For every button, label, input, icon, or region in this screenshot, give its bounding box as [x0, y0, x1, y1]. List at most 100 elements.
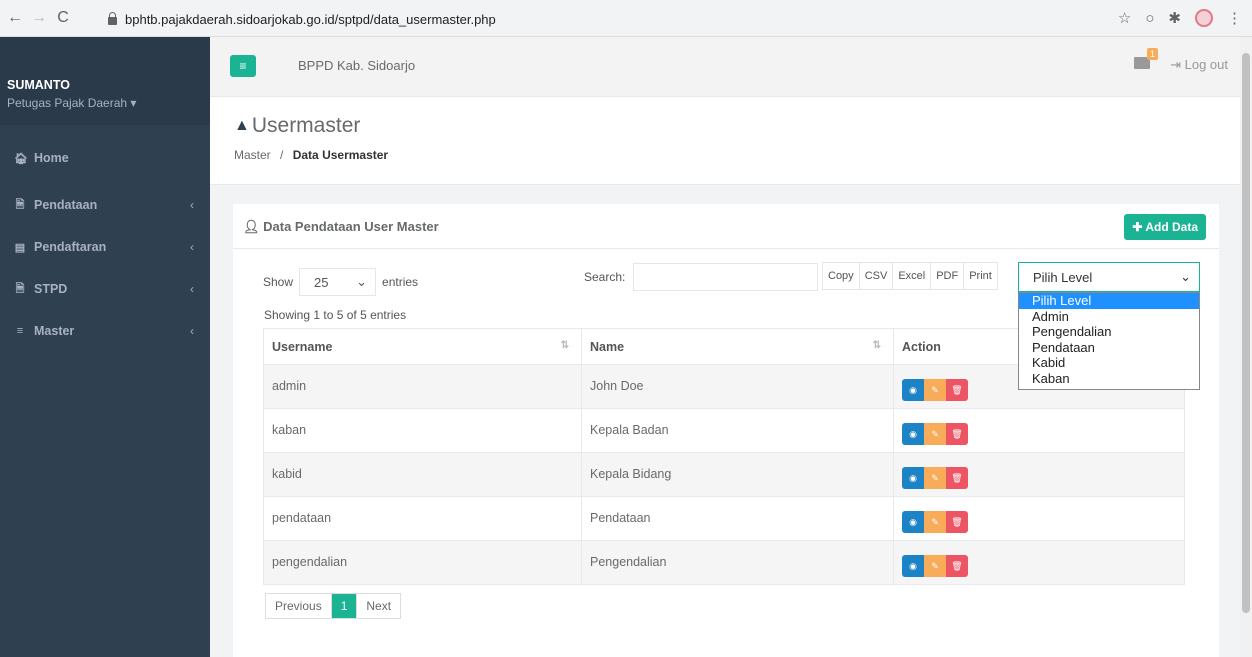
- plus-icon: ✚: [1132, 220, 1143, 234]
- breadcrumb-parent[interactable]: Master: [234, 148, 271, 162]
- table-row: pengendalian Pengendalian ◉ ✎ 🗑︎: [263, 540, 1185, 585]
- level-option[interactable]: Kabid: [1019, 355, 1199, 371]
- chevron-left-icon: ‹: [190, 198, 194, 212]
- column-header-label: Name: [590, 339, 625, 354]
- url-text: bphtb.pajakdaerah.sidoarjokab.go.id/sptp…: [125, 11, 496, 27]
- delete-button[interactable]: 🗑︎: [946, 423, 968, 445]
- excel-button[interactable]: Excel: [893, 263, 932, 289]
- address-bar[interactable]: bphtb.pajakdaerah.sidoarjokab.go.id/sptp…: [108, 7, 496, 31]
- page-scrollbar[interactable]: [1240, 37, 1252, 657]
- level-option[interactable]: Pilih Level: [1019, 293, 1199, 309]
- sidebar-item-master[interactable]: ≡ Master ‹: [0, 310, 210, 352]
- scrollbar-thumb[interactable]: [1242, 53, 1250, 613]
- column-header-username[interactable]: Username ⇅: [263, 328, 582, 365]
- page-header: ▲ Usermaster Master / Data Usermaster: [210, 97, 1240, 185]
- logout-label: Log out: [1184, 57, 1228, 72]
- print-button[interactable]: Print: [964, 263, 997, 289]
- view-button[interactable]: ◉: [902, 555, 924, 577]
- extension-circle-icon[interactable]: ○: [1145, 10, 1154, 27]
- column-header-label: Action: [902, 339, 941, 354]
- cell-name: Kepala Bidang: [581, 452, 894, 497]
- user-profile: SUMANTO Petugas Pajak Daerah ▾: [0, 37, 210, 125]
- chevron-down-icon: ⌄: [356, 274, 368, 289]
- next-page-button[interactable]: Next: [356, 594, 400, 618]
- level-option[interactable]: Pendataan: [1019, 340, 1199, 356]
- level-option[interactable]: Kaban: [1019, 371, 1199, 387]
- entries-value: 25: [314, 274, 329, 290]
- breadcrumb: Master / Data Usermaster: [234, 148, 388, 162]
- puzzle-icon[interactable]: ✱: [1168, 9, 1181, 27]
- user-role-dropdown[interactable]: Petugas Pajak Daerah ▾: [7, 96, 210, 110]
- cell-name: Pengendalian: [581, 540, 894, 585]
- kebab-menu-icon[interactable]: ⋮: [1227, 9, 1242, 27]
- pdf-button[interactable]: PDF: [931, 263, 965, 289]
- sidebar-item-pendaftaran[interactable]: ▤ Pendaftaran ‹: [0, 226, 210, 268]
- previous-page-button[interactable]: Previous: [266, 594, 332, 618]
- edit-button[interactable]: ✎: [924, 467, 946, 489]
- chevron-left-icon: ‹: [190, 282, 194, 296]
- table-row: kabid Kepala Bidang ◉ ✎ 🗑︎: [263, 452, 1185, 497]
- delete-button[interactable]: 🗑︎: [946, 555, 968, 577]
- cell-actions: ◉ ✎ 🗑︎: [893, 496, 1185, 541]
- edit-button[interactable]: ✎: [924, 511, 946, 533]
- cell-name: Kepala Badan: [581, 408, 894, 453]
- entries-length-control: Show 25 ⌄ entries: [263, 268, 418, 296]
- sidebar-item-stpd[interactable]: 🗎 STPD ‹: [0, 268, 210, 310]
- view-button[interactable]: ◉: [902, 379, 924, 401]
- show-label: Show: [263, 275, 294, 289]
- table-row: pendataan Pendataan ◉ ✎ 🗑︎: [263, 496, 1185, 541]
- sidebar-item-label: Pendataan: [34, 198, 98, 212]
- search-label: Search:: [584, 270, 626, 284]
- view-button[interactable]: ◉: [902, 423, 924, 445]
- cell-name: Pendataan: [581, 496, 894, 541]
- users-icon: ▲: [234, 117, 250, 134]
- panel-title: Data Pendataan User Master: [263, 219, 439, 234]
- sidebar-item-home[interactable]: 🏠︎ Home: [0, 137, 210, 179]
- page-title: ▲ Usermaster: [234, 114, 360, 138]
- back-icon[interactable]: ←: [6, 9, 24, 27]
- chevron-down-icon: ⌄: [1180, 269, 1191, 284]
- star-icon[interactable]: ☆: [1118, 9, 1131, 27]
- entries-label: entries: [382, 275, 419, 289]
- level-option[interactable]: Admin: [1019, 309, 1199, 325]
- logout-link[interactable]: ⇥ Log out: [1170, 57, 1228, 73]
- breadcrumb-current: Data Usermaster: [292, 148, 389, 162]
- level-select[interactable]: Pilih Level ⌄: [1018, 262, 1200, 292]
- add-data-button[interactable]: ✚ Add Data: [1124, 214, 1206, 240]
- copy-button[interactable]: Copy: [823, 263, 860, 289]
- add-data-label: Add Data: [1145, 220, 1198, 234]
- home-icon: 🏠︎: [14, 152, 28, 165]
- sidebar-item-label: STPD: [34, 282, 68, 296]
- delete-button[interactable]: 🗑︎: [946, 379, 968, 401]
- sort-icon: ⇅: [872, 340, 881, 351]
- reload-icon[interactable]: C: [54, 9, 72, 27]
- database-icon: ≡: [16, 325, 24, 337]
- sidebar-item-pendataan[interactable]: 🗎 Pendataan ‹: [0, 184, 210, 226]
- org-name: BPPD Kab. Sidoarjo: [298, 58, 416, 73]
- file-icon: 🗎: [15, 198, 25, 211]
- profile-avatar[interactable]: [1195, 9, 1213, 27]
- delete-button[interactable]: 🗑︎: [946, 467, 968, 489]
- search-input[interactable]: [633, 263, 819, 291]
- delete-button[interactable]: 🗑︎: [946, 511, 968, 533]
- cell-name: John Doe: [581, 364, 894, 409]
- forward-icon[interactable]: →: [30, 9, 48, 27]
- view-button[interactable]: ◉: [902, 511, 924, 533]
- cell-username: pengendalian: [263, 540, 582, 585]
- level-option[interactable]: Pengendalian: [1019, 324, 1199, 340]
- breadcrumb-separator: /: [280, 148, 284, 162]
- table-info: Showing 1 to 5 of 5 entries: [264, 308, 407, 322]
- cell-username: kaban: [263, 408, 582, 453]
- view-button[interactable]: ◉: [902, 467, 924, 489]
- edit-button[interactable]: ✎: [924, 555, 946, 577]
- edit-button[interactable]: ✎: [924, 423, 946, 445]
- cell-actions: ◉ ✎ 🗑︎: [893, 408, 1185, 453]
- csv-button[interactable]: CSV: [860, 263, 894, 289]
- edit-button[interactable]: ✎: [924, 379, 946, 401]
- page-button-current[interactable]: 1: [331, 594, 357, 618]
- menu-toggle-button[interactable]: ≡: [230, 55, 256, 77]
- entries-select[interactable]: 25 ⌄: [299, 268, 377, 296]
- export-buttons: Copy CSV Excel PDF Print: [822, 262, 998, 290]
- cell-username: admin: [263, 364, 582, 409]
- column-header-name[interactable]: Name ⇅: [581, 328, 894, 365]
